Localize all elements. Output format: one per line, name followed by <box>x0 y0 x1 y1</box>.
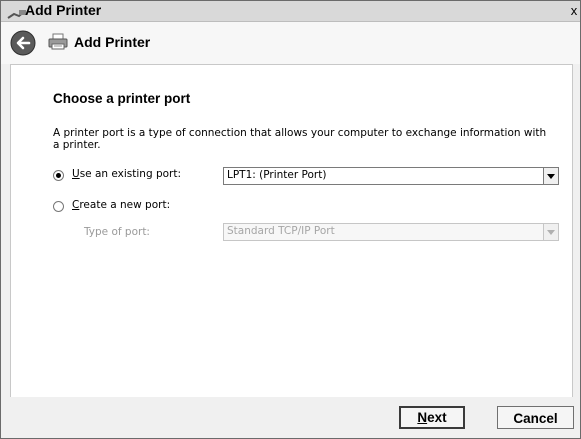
wizard-footer: Next Cancel <box>1 397 580 438</box>
port-type-value: Standard TCP/IP Port <box>227 225 335 237</box>
new-port-label[interactable]: Create a new port: <box>72 199 170 211</box>
add-printer-window: Add Printer x Add Printer Choose a print… <box>0 0 581 439</box>
printer-icon <box>48 33 68 51</box>
existing-port-radio[interactable] <box>53 170 64 181</box>
page-heading: Choose a printer port <box>53 91 191 106</box>
existing-port-value: LPT1: (Printer Port) <box>227 169 327 181</box>
chevron-down-icon <box>547 174 555 179</box>
existing-port-select[interactable]: LPT1: (Printer Port) <box>223 167 559 185</box>
next-button[interactable]: Next <box>399 406 465 429</box>
dropdown-arrow-button[interactable] <box>543 168 558 184</box>
chevron-down-icon <box>547 230 555 235</box>
radio-selected-dot <box>56 173 61 178</box>
header-title: Add Printer <box>74 34 151 50</box>
new-port-radio[interactable] <box>53 201 64 212</box>
back-button[interactable] <box>10 30 36 56</box>
port-type-label: Type of port: <box>84 226 150 238</box>
wizard-page: Choose a printer port A printer port is … <box>10 64 573 398</box>
window-title: Add Printer <box>25 2 102 18</box>
page-description: A printer port is a type of connection t… <box>53 127 547 151</box>
printer-wizard-icon <box>7 5 27 19</box>
title-bar[interactable]: Add Printer x <box>1 1 580 22</box>
dropdown-arrow-button-disabled <box>543 224 558 240</box>
wizard-header: Add Printer <box>1 22 580 64</box>
back-arrow-icon <box>10 30 36 56</box>
existing-port-label[interactable]: Use an existing port: <box>72 168 181 180</box>
port-type-select[interactable]: Standard TCP/IP Port <box>223 223 559 241</box>
cancel-button[interactable]: Cancel <box>497 406 574 429</box>
close-button[interactable]: x <box>568 3 580 19</box>
